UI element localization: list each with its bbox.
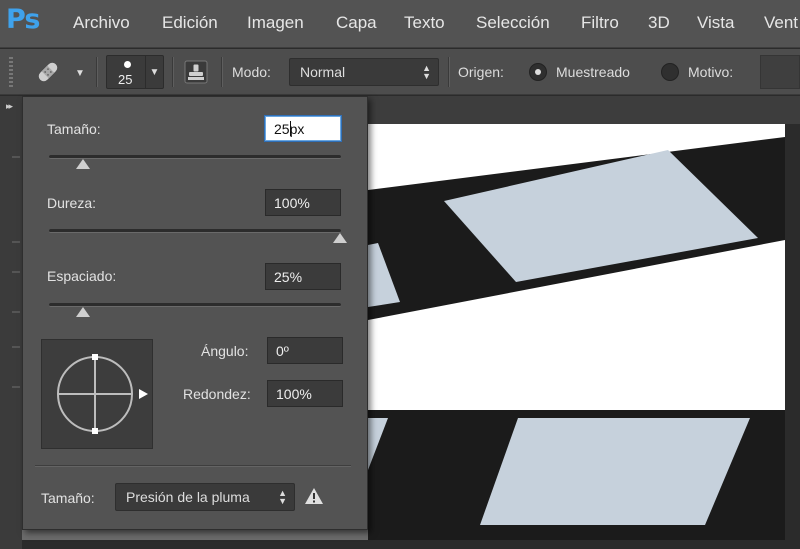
pattern-picker[interactable] (760, 55, 800, 89)
source-label: Origen: (458, 64, 504, 80)
tool-preset-caret-icon[interactable]: ▼ (75, 68, 85, 79)
hardness-label: Dureza: (47, 195, 97, 211)
menu-edicion[interactable]: Edición (162, 13, 218, 33)
angle-value: 0º (276, 342, 289, 359)
spacing-label: Espaciado: (47, 268, 117, 284)
tool-slot[interactable] (12, 311, 20, 313)
brush-tip-icon (124, 61, 131, 68)
roundness-input[interactable]: 100% (267, 380, 343, 407)
tool-slot[interactable] (12, 346, 20, 348)
menu-archivo[interactable]: Archivo (73, 13, 130, 33)
menu-imagen[interactable]: Imagen (247, 13, 304, 33)
size-control-label: Tamaño: (41, 490, 95, 506)
menu-capa[interactable]: Capa (336, 13, 377, 33)
options-separator (96, 57, 97, 87)
size-input-typed: 25 (274, 120, 290, 137)
spacing-slider-thumb[interactable] (76, 307, 90, 317)
collapse-panel-icon[interactable]: ▸▸ (6, 101, 13, 112)
warning-icon (305, 488, 323, 504)
hardness-value: 100% (274, 194, 310, 211)
brush-size-readout: 25 (118, 72, 133, 87)
clone-stamp-icon (184, 60, 208, 84)
size-control-select[interactable]: Presión de la pluma ▲ ▼ (115, 483, 295, 511)
roundness-value: 100% (276, 385, 312, 402)
mode-select-value: Normal (300, 64, 346, 80)
size-input[interactable]: 25 px (265, 116, 341, 141)
source-pattern-label[interactable]: Motivo: (688, 64, 733, 80)
menu-filtro[interactable]: Filtro (581, 13, 619, 33)
spacing-value: 25% (274, 268, 303, 285)
menu-seleccion[interactable]: Selección (476, 13, 550, 33)
brush-shape-preview[interactable] (41, 339, 153, 449)
tools-panel-strip (0, 96, 22, 549)
options-bar: ▼ 25 ▼ Modo: Normal ▲ ▼ Origen: Muestread… (0, 49, 800, 95)
tool-slot[interactable] (12, 156, 20, 158)
hardness-slider[interactable] (49, 229, 341, 233)
spacing-input[interactable]: 25% (265, 263, 341, 290)
clone-source-button[interactable] (182, 58, 210, 86)
mode-select[interactable]: Normal ▲ ▼ (289, 58, 439, 86)
menu-3d[interactable]: 3D (648, 13, 670, 33)
panel-divider (35, 465, 351, 466)
spacing-slider[interactable] (49, 303, 341, 307)
tool-slot[interactable] (12, 386, 20, 388)
up-down-caret-icon: ▲ ▼ (278, 488, 287, 506)
tool-slot[interactable] (12, 241, 20, 243)
angle-label: Ángulo: (201, 343, 249, 359)
brush-angle-roundness-icon (57, 354, 148, 434)
source-sampled-label[interactable]: Muestreado (556, 64, 630, 80)
roundness-label: Redondez: (183, 386, 251, 402)
options-separator (448, 57, 449, 87)
up-down-caret-icon: ▲ ▼ (422, 63, 431, 81)
tool-preset-button[interactable] (28, 55, 68, 89)
angle-input[interactable]: 0º (267, 337, 343, 364)
mode-label: Modo: (232, 64, 271, 80)
options-separator (221, 57, 222, 87)
hardness-slider-thumb[interactable] (333, 233, 347, 243)
options-separator (172, 57, 173, 87)
hardness-input[interactable]: 100% (265, 189, 341, 216)
size-slider-thumb[interactable] (76, 159, 90, 169)
photoshop-logo: Ps (6, 4, 40, 35)
healing-brush-icon (38, 62, 58, 82)
brush-picker-caret-icon[interactable]: ▼ (145, 56, 163, 88)
source-pattern-radio[interactable] (661, 63, 679, 81)
size-label: Tamaño: (47, 121, 101, 137)
menu-bar: Ps Archivo Edición Imagen Capa Texto Sel… (0, 0, 800, 48)
brush-picker-panel: Tamaño: 25 px Dureza: 100% Espaciado: 25% (22, 96, 368, 530)
photoshop-window: Ps Archivo Edición Imagen Capa Texto Sel… (0, 0, 800, 549)
size-slider[interactable] (49, 155, 341, 159)
menu-texto[interactable]: Texto (404, 13, 445, 33)
brush-picker-button[interactable]: 25 ▼ (106, 55, 164, 89)
tool-slot[interactable] (12, 271, 20, 273)
menu-vista[interactable]: Vista (697, 13, 735, 33)
size-input-unit: px (289, 120, 305, 137)
options-bar-grip[interactable] (9, 57, 13, 87)
menu-ventana[interactable]: Vent (764, 13, 798, 33)
size-control-value: Presión de la pluma (126, 489, 250, 505)
source-sampled-radio[interactable] (529, 63, 547, 81)
